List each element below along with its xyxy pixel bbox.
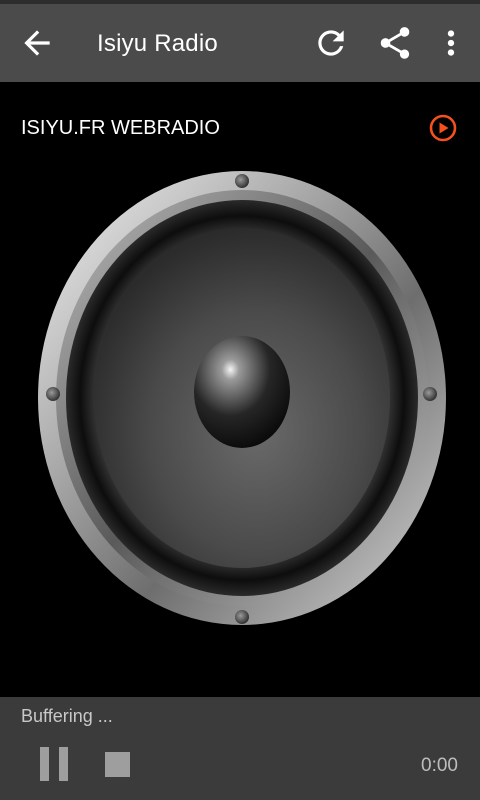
speaker-image — [33, 166, 451, 632]
more-vert-icon[interactable] — [432, 24, 470, 62]
buffering-status: Buffering ... — [21, 706, 113, 726]
play-circle-icon[interactable] — [428, 113, 458, 143]
station-name: ISIYU.FR WEBRADIO — [21, 117, 220, 139]
player-bar: Buffering ... 0:00 — [0, 697, 480, 800]
elapsed-time: 0:00 — [421, 755, 458, 776]
share-icon[interactable] — [376, 24, 414, 62]
stop-icon[interactable] — [105, 752, 130, 777]
station-content: ISIYU.FR WEBRADIO — [0, 82, 480, 698]
page-title: Isiyu Radio — [97, 30, 218, 57]
arrow-back-icon[interactable] — [18, 24, 56, 62]
app-bar: Isiyu Radio — [0, 4, 480, 82]
pause-icon[interactable] — [38, 747, 70, 781]
refresh-icon[interactable] — [312, 24, 350, 62]
